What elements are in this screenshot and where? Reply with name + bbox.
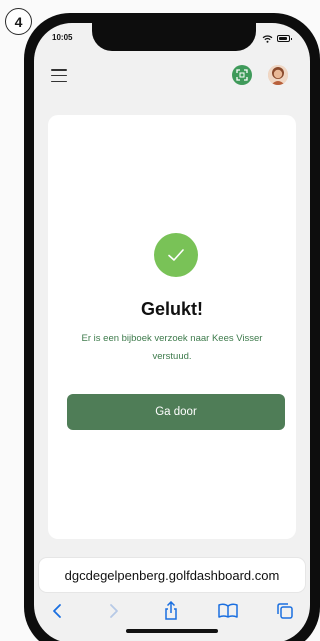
phone-notch <box>92 23 256 51</box>
success-card: Gelukt! Er is een bijboek verzoek naar K… <box>48 115 296 539</box>
phone-screen: 10:05 Gelukt! Er is een bijboek verzoek … <box>34 23 310 641</box>
avatar[interactable] <box>268 65 288 85</box>
page: 4 10:05 Gelukt! Er is een bijboek verzoe… <box>0 0 320 641</box>
success-title: Gelukt! <box>140 299 203 319</box>
battery-icon <box>277 35 292 42</box>
wifi-icon <box>262 35 273 43</box>
tabs-icon[interactable] <box>274 600 296 622</box>
url-bar[interactable]: dgcdegelpenberg.golfdashboard.com <box>39 558 305 592</box>
continue-button[interactable]: Ga door <box>67 394 285 430</box>
app-header <box>34 57 310 101</box>
back-icon[interactable] <box>46 600 68 622</box>
browser-toolbar <box>34 596 310 626</box>
phone-frame: 10:05 Gelukt! Er is een bijboek verzoek … <box>24 13 320 641</box>
qr-scan-icon[interactable] <box>232 65 252 85</box>
bookmarks-icon[interactable] <box>217 600 239 622</box>
forward-icon[interactable] <box>103 600 125 622</box>
hamburger-menu-icon[interactable] <box>51 69 67 83</box>
step-badge: 4 <box>5 8 32 35</box>
share-icon[interactable] <box>160 600 182 622</box>
checkmark-icon <box>154 233 198 277</box>
status-time: 10:05 <box>52 33 73 42</box>
success-message: Er is een bijboek verzoek naar Kees Viss… <box>81 333 263 362</box>
home-indicator <box>126 629 218 633</box>
